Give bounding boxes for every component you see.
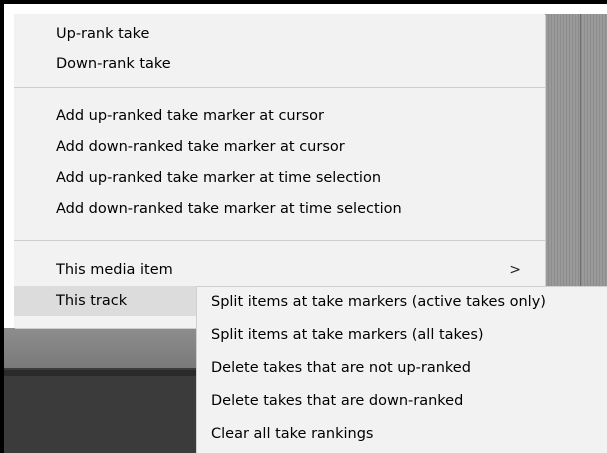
background-divider <box>4 370 200 376</box>
menu-item-label: Add up-ranked take marker at time select… <box>56 170 382 186</box>
menu-item-label: Split items at take markers (active take… <box>211 294 546 310</box>
submenu-item-delete-down-ranked[interactable]: Delete takes that are down-ranked <box>197 386 607 417</box>
menu-item-add-up-ranked-marker-cursor[interactable]: Add up-ranked take marker at cursor <box>14 102 545 130</box>
menu-item-label: Add up-ranked take marker at cursor <box>56 108 324 124</box>
menu-item-label: Add down-ranked take marker at time sele… <box>56 201 402 217</box>
menu-item-add-up-ranked-marker-time-selection[interactable]: Add up-ranked take marker at time select… <box>14 164 545 192</box>
screen: Up-rank take Down-rank take Add up-ranke… <box>0 0 607 453</box>
background-lane-divider <box>580 14 581 329</box>
background-track-header <box>4 328 200 368</box>
menu-item-label: Down-rank take <box>56 56 171 72</box>
submenu-item-split-active-takes[interactable]: Split items at take markers (active take… <box>197 287 607 318</box>
menu-item-label: Clear all take rankings <box>211 426 374 442</box>
background-track-lane <box>545 14 607 329</box>
menu-item-label: Up-rank take <box>56 26 150 42</box>
menu-item-label: Delete takes that are not up-ranked <box>211 360 471 376</box>
menu-item-add-down-ranked-marker-time-selection[interactable]: Add down-ranked take marker at time sele… <box>14 195 545 223</box>
menu-item-add-down-ranked-marker-cursor[interactable]: Add down-ranked take marker at cursor <box>14 133 545 161</box>
context-menu: Up-rank take Down-rank take Add up-ranke… <box>14 14 545 328</box>
menu-item-this-media-item[interactable]: This media item > <box>14 256 545 284</box>
submenu-item-clear-rankings[interactable]: Clear all take rankings <box>197 419 607 450</box>
chevron-right-icon: > <box>509 262 521 278</box>
menu-item-label: This track <box>56 293 128 309</box>
frame-border-top <box>0 0 607 4</box>
submenu-item-split-all-takes[interactable]: Split items at take markers (all takes) <box>197 320 607 351</box>
menu-item-up-rank-take[interactable]: Up-rank take <box>14 20 545 48</box>
menu-separator <box>14 240 545 241</box>
menu-separator <box>14 87 545 88</box>
submenu-this-track: Split items at take markers (active take… <box>196 286 607 453</box>
menu-item-label: Add down-ranked take marker at cursor <box>56 139 345 155</box>
submenu-item-delete-not-up-ranked[interactable]: Delete takes that are not up-ranked <box>197 353 607 384</box>
menu-item-label: This media item <box>56 262 173 278</box>
menu-item-label: Split items at take markers (all takes) <box>211 327 484 343</box>
background-empty-area <box>4 368 200 453</box>
menu-item-down-rank-take[interactable]: Down-rank take <box>14 50 545 78</box>
menu-item-label: Delete takes that are down-ranked <box>211 393 464 409</box>
